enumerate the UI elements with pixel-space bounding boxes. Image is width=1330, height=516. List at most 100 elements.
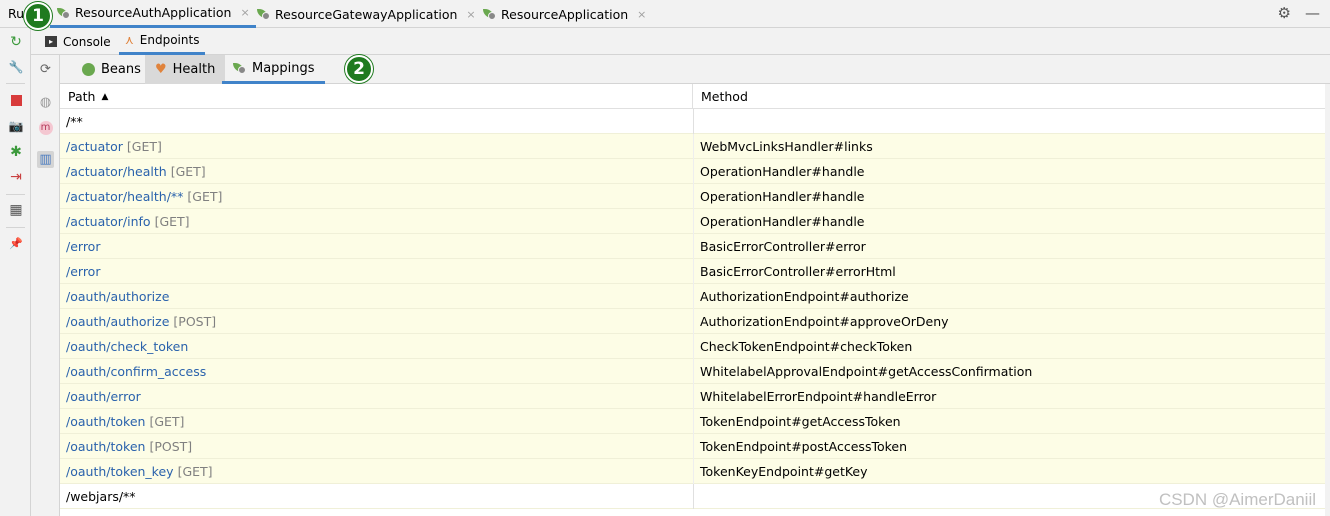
run-tab-label: ResourceApplication (501, 6, 629, 22)
close-icon[interactable]: × (466, 8, 475, 21)
tab-mappings-label: Mappings (252, 60, 315, 76)
path-text[interactable]: /actuator/health/** (66, 189, 183, 204)
gear-icon[interactable]: ⚙ (1278, 4, 1291, 22)
tab-health-label: Health (172, 62, 216, 77)
wrench-icon[interactable]: 🔧 (8, 59, 24, 75)
tab-mappings[interactable]: Mappings (222, 55, 325, 84)
table-row[interactable]: /error BasicErrorController#error (60, 233, 1325, 259)
http-method-text: [GET] (154, 213, 190, 229)
path-text[interactable]: /oauth/token_key (66, 464, 174, 479)
bug-icon[interactable]: ✱ (8, 144, 24, 160)
cell-method: CheckTokenEndpoint#checkToken (693, 333, 912, 359)
stop-icon[interactable] (8, 92, 24, 108)
path-text: /webjars/** (66, 488, 136, 504)
globe-icon[interactable]: ◍ (37, 94, 54, 111)
run-tab-label: ResourceGatewayApplication (275, 6, 458, 22)
run-tab-resource-auth[interactable]: ResourceAuthApplication × (50, 0, 256, 28)
cell-path: /actuator/health/** [GET] (60, 189, 693, 204)
table-row[interactable]: /oauth/check_token CheckTokenEndpoint#che… (60, 333, 1325, 359)
table-row[interactable]: /webjars/** (60, 483, 1325, 509)
refresh-icon[interactable]: ⟳ (37, 61, 54, 78)
path-text[interactable]: /oauth/authorize (66, 314, 169, 329)
path-text[interactable]: /actuator/info (66, 214, 151, 229)
cell-method: TokenKeyEndpoint#getKey (693, 458, 868, 484)
sort-ascending-icon: ▲ (101, 91, 109, 102)
cell-method: AuthorizationEndpoint#authorize (693, 283, 909, 309)
chart-icon[interactable]: ▥ (37, 151, 54, 168)
table-row[interactable]: /actuator [GET] WebMvcLinksHandler#links (60, 133, 1325, 159)
run-toolbar: ↻ 🔧 📷 ✱ ⇥ ▦ 📌 (0, 28, 31, 516)
path-text[interactable]: /actuator (66, 139, 123, 154)
minimize-icon[interactable]: — (1305, 4, 1320, 22)
close-icon[interactable]: × (637, 8, 646, 21)
path-text[interactable]: /oauth/token (66, 414, 145, 429)
tab-console-label: Console (63, 34, 111, 49)
table-row[interactable]: /oauth/authorize AuthorizationEndpoint#au… (60, 283, 1325, 309)
pin-icon[interactable]: 📌 (8, 235, 24, 251)
spring-mapping-icon (232, 62, 246, 74)
cell-path: /oauth/authorize (60, 289, 693, 304)
mappings-table: Path ▲ Method /**/actuator [GET] WebMvcLin… (60, 84, 1325, 516)
run-label: Ru (8, 6, 25, 21)
cell-path: /oauth/token_key [GET] (60, 464, 693, 479)
cell-path: /actuator/info [GET] (60, 214, 693, 229)
cell-method: WhitelabelErrorEndpoint#handleError (693, 383, 936, 409)
cell-method: BasicErrorController#error (693, 233, 866, 259)
table-row[interactable]: /oauth/token [GET] TokenEndpoint#getAccess… (60, 408, 1325, 434)
cell-method: OperationHandler#handle (693, 208, 865, 234)
table-row[interactable]: /actuator/health/** [GET] OperationHandler… (60, 183, 1325, 209)
spring-boot-icon (482, 8, 496, 20)
tab-console[interactable]: ▸ Console (39, 28, 117, 55)
run-tab-resource[interactable]: ResourceApplication × (476, 0, 652, 28)
cell-path: /actuator/health [GET] (60, 164, 693, 179)
camera-icon[interactable]: 📷 (8, 118, 24, 134)
rerun-icon[interactable]: ↻ (8, 34, 24, 50)
tab-health[interactable]: ♥ Health (145, 55, 226, 84)
path-text[interactable]: /actuator/health (66, 164, 167, 179)
table-row[interactable]: /oauth/error WhitelabelErrorEndpoint#hand… (60, 383, 1325, 409)
step-badge-1: 1 (24, 2, 52, 30)
table-row[interactable]: /** (60, 108, 1325, 134)
exit-icon[interactable]: ⇥ (8, 169, 24, 185)
table-row[interactable]: /error BasicErrorController#errorHtml (60, 258, 1325, 284)
tab-beans[interactable]: Beans (72, 55, 151, 84)
watermark: CSDN @AimerDaniil (1158, 490, 1316, 509)
column-header-method[interactable]: Method (693, 84, 748, 109)
tab-endpoints[interactable]: ⋏ Endpoints (119, 28, 206, 55)
heart-icon: ♥ (155, 62, 167, 77)
endpoints-toolbar: ⟳ ◍ m ▥ (31, 55, 60, 516)
path-text[interactable]: /oauth/confirm_access (66, 364, 206, 379)
run-tab-resource-gateway[interactable]: ResourceGatewayApplication × (250, 0, 482, 28)
path-text[interactable]: /oauth/authorize (66, 289, 169, 304)
path-text[interactable]: /oauth/check_token (66, 339, 188, 354)
cell-path: /oauth/error (60, 389, 693, 404)
run-subtabs: ▸ Console ⋏ Endpoints (31, 28, 1330, 55)
table-row[interactable]: /oauth/token [POST] TokenEndpoint#postAcce… (60, 433, 1325, 459)
cell-path: /error (60, 264, 693, 279)
path-text[interactable]: /oauth/token (66, 439, 145, 454)
tab-endpoints-label: Endpoints (139, 33, 200, 47)
close-icon[interactable]: × (240, 6, 249, 19)
path-text[interactable]: /error (66, 239, 100, 254)
http-method-text: [POST] (173, 313, 217, 329)
table-row[interactable]: /oauth/token_key [GET] TokenKeyEndpoint#ge… (60, 458, 1325, 484)
endpoint-tabs: Beans ♥ Health Mappings (60, 55, 1330, 84)
cell-method: OperationHandler#handle (693, 158, 865, 184)
cell-path: /oauth/check_token (60, 339, 693, 354)
table-row[interactable]: /actuator/health [GET] OperationHandler#ha… (60, 158, 1325, 184)
http-method-text: [GET] (187, 188, 223, 204)
path-text[interactable]: /oauth/error (66, 389, 141, 404)
cell-method: OperationHandler#handle (693, 183, 865, 209)
column-header-path[interactable]: Path ▲ (60, 84, 693, 109)
cell-path: /oauth/confirm_access (60, 364, 693, 379)
table-row[interactable]: /oauth/confirm_access WhitelabelApprovalE… (60, 358, 1325, 384)
cell-path: /** (60, 114, 693, 129)
path-text[interactable]: /error (66, 264, 100, 279)
layout-icon[interactable]: ▦ (8, 202, 24, 218)
table-row[interactable]: /actuator/info [GET] OperationHandler#hand… (60, 208, 1325, 234)
module-icon[interactable]: m (37, 119, 54, 136)
cell-method: WebMvcLinksHandler#links (693, 133, 873, 159)
http-method-text: [POST] (149, 438, 193, 454)
cell-method: TokenEndpoint#getAccessToken (693, 408, 901, 434)
table-row[interactable]: /oauth/authorize [POST] AuthorizationEndpo… (60, 308, 1325, 334)
